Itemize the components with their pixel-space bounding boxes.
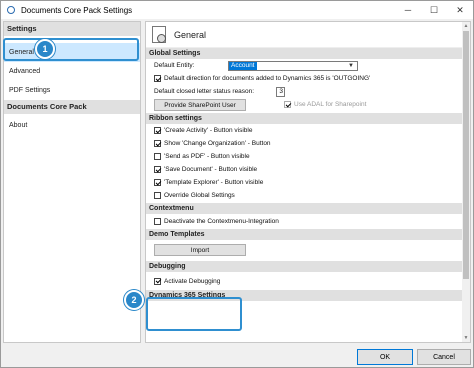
activate-debugging-label: Activate Debugging — [164, 277, 221, 285]
default-direction-checkbox[interactable] — [154, 75, 161, 82]
settings-window: Documents Core Pack Settings ─ ☐ ✕ Setti… — [0, 0, 474, 368]
deactivate-contextmenu-checkbox[interactable] — [154, 218, 161, 225]
default-entity-value: Account — [229, 61, 257, 70]
change-organization-checkbox[interactable] — [154, 140, 161, 147]
sidebar-item-advanced[interactable]: Advanced — [4, 62, 140, 81]
default-entity-row: Default Entity: Account ▼ — [146, 59, 462, 72]
title-bar: Documents Core Pack Settings ─ ☐ ✕ — [1, 1, 473, 19]
section-header-contextmenu: Contextmenu — [146, 203, 462, 214]
section-header-demo-templates: Demo Templates — [146, 229, 462, 240]
send-as-pdf-label: 'Send as PDF' - Button visible — [164, 153, 250, 160]
ribbon-item-change-organization: Show 'Change Organization' - Button — [146, 137, 462, 150]
ribbon-item-create-activity: 'Create Activity' - Button visible — [146, 124, 462, 137]
send-as-pdf-checkbox[interactable] — [154, 153, 161, 160]
create-activity-checkbox[interactable] — [154, 127, 161, 134]
save-document-checkbox[interactable] — [154, 166, 161, 173]
section-header-debugging: Debugging — [146, 261, 462, 272]
settings-document-icon — [152, 26, 166, 43]
create-activity-label: 'Create Activity' - Button visible — [164, 127, 253, 134]
override-global-settings-checkbox[interactable] — [154, 192, 161, 199]
page-header: General — [146, 22, 462, 48]
step-marker-1: 1 — [35, 39, 55, 59]
override-global-settings-label: Override Global Settings — [164, 192, 235, 199]
maximize-button[interactable]: ☐ — [421, 1, 447, 19]
window-title: Documents Core Pack Settings — [21, 5, 133, 15]
closed-letter-label: Default closed letter status reason: — [154, 88, 255, 95]
contextmenu-row: Deactivate the Contextmenu-Integration — [146, 214, 462, 229]
save-document-label: 'Save Document' - Button visible — [164, 166, 258, 173]
default-direction-row: Default direction for documents added to… — [146, 72, 462, 85]
change-organization-label: Show 'Change Organization' - Button — [164, 140, 271, 147]
ribbon-item-template-explorer: 'Template Explorer' - Button visible — [146, 176, 462, 189]
scroll-up-icon[interactable]: ▲ — [462, 22, 470, 30]
app-icon — [6, 5, 16, 15]
provide-sharepoint-user-button[interactable]: Provide SharePoint User — [154, 99, 246, 111]
highlight-box-debugging — [146, 297, 242, 331]
demo-templates-row: Import — [146, 240, 462, 261]
activate-debugging-checkbox[interactable] — [154, 277, 161, 285]
scroll-down-icon[interactable]: ▼ — [462, 334, 470, 342]
deactivate-contextmenu-label: Deactivate the Contextmenu-Integration — [164, 218, 279, 225]
sharepoint-row: Provide SharePoint User Use ADAL for Sha… — [146, 98, 462, 113]
default-entity-label: Default Entity: — [154, 62, 195, 69]
scrollbar-thumb[interactable] — [463, 31, 469, 279]
sidebar-item-about[interactable]: About — [4, 116, 140, 135]
ribbon-item-override-global: Override Global Settings — [146, 189, 462, 202]
use-adal-label: Use ADAL for Sharepoint — [294, 101, 367, 108]
use-adal-checkbox[interactable] — [284, 101, 291, 108]
section-header-global-settings: Global Settings — [146, 48, 462, 59]
vertical-scrollbar[interactable]: ▲ ▼ — [462, 22, 470, 342]
closed-letter-input[interactable]: 3 — [276, 86, 285, 97]
cancel-button[interactable]: Cancel — [417, 349, 471, 365]
debugging-row: Activate Debugging — [146, 272, 462, 290]
settings-panel: General Global Settings Default Entity: … — [145, 21, 471, 343]
default-direction-label: Default direction for documents added to… — [164, 75, 371, 82]
minimize-button[interactable]: ─ — [395, 1, 421, 19]
section-header-ribbon-settings: Ribbon settings — [146, 113, 462, 124]
template-explorer-label: 'Template Explorer' - Button visible — [164, 179, 264, 186]
sidebar-header-settings: Settings — [4, 22, 140, 36]
highlight-box-general — [3, 38, 139, 61]
closed-letter-row: Default closed letter status reason: 3 — [146, 85, 462, 98]
close-button[interactable]: ✕ — [447, 1, 473, 19]
ok-button[interactable]: OK — [357, 349, 413, 365]
default-entity-select[interactable]: Account ▼ — [228, 60, 358, 71]
sidebar-header-documents-core-pack: Documents Core Pack — [4, 100, 140, 114]
import-button[interactable]: Import — [154, 244, 246, 256]
template-explorer-checkbox[interactable] — [154, 179, 161, 186]
ribbon-item-save-document: 'Save Document' - Button visible — [146, 163, 462, 176]
page-title: General — [174, 29, 207, 40]
ribbon-item-send-as-pdf: 'Send as PDF' - Button visible — [146, 150, 462, 163]
chevron-down-icon: ▼ — [348, 62, 354, 69]
sidebar: Settings General Advanced PDF Settings D… — [3, 21, 141, 343]
sidebar-item-pdf-settings[interactable]: PDF Settings — [4, 81, 140, 100]
step-marker-2: 2 — [124, 290, 144, 310]
